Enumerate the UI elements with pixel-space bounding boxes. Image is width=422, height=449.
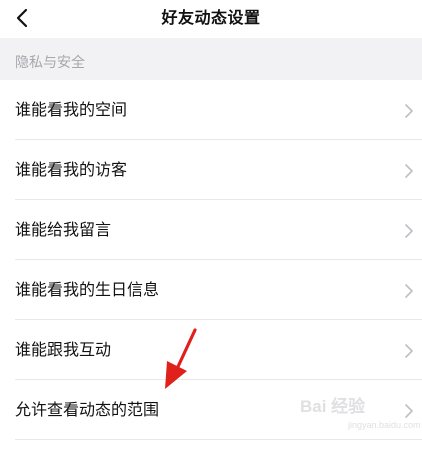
settings-row-feed-range[interactable]: 允许查看动态的范围 bbox=[0, 380, 422, 440]
settings-row-space-visibility[interactable]: 谁能看我的空间 bbox=[0, 80, 422, 140]
settings-list: 谁能看我的空间 谁能看我的访客 谁能给我留言 谁能看我的生日信息 谁能跟我互动 … bbox=[0, 80, 422, 449]
settings-row-interaction-permission[interactable]: 谁能跟我互动 bbox=[0, 320, 422, 380]
row-label: 谁能看我的访客 bbox=[15, 160, 128, 179]
chevron-right-icon bbox=[405, 284, 413, 298]
screen: 好友动态设置 隐私与安全 谁能看我的空间 谁能看我的访客 谁能给我留言 谁能看我… bbox=[0, 0, 422, 449]
row-divider bbox=[15, 439, 422, 440]
chevron-right-icon bbox=[405, 404, 413, 418]
row-label: 谁能给我留言 bbox=[15, 220, 112, 239]
settings-row-visitor-visibility[interactable]: 谁能看我的访客 bbox=[0, 140, 422, 200]
chevron-right-icon bbox=[405, 104, 413, 118]
page-title: 好友动态设置 bbox=[161, 8, 261, 27]
row-label: 谁能跟我互动 bbox=[15, 340, 112, 359]
section-header-label: 隐私与安全 bbox=[15, 55, 85, 71]
row-label: 谁能看我的生日信息 bbox=[15, 280, 160, 299]
chevron-right-icon bbox=[405, 164, 413, 178]
section-header: 隐私与安全 bbox=[0, 38, 422, 80]
row-label: 允许查看动态的范围 bbox=[15, 400, 160, 419]
settings-row-message-permission[interactable]: 谁能给我留言 bbox=[0, 200, 422, 260]
chevron-right-icon bbox=[405, 224, 413, 238]
nav-bar: 好友动态设置 bbox=[0, 0, 422, 38]
chevron-right-icon bbox=[405, 344, 413, 358]
row-label: 谁能看我的空间 bbox=[15, 100, 128, 119]
settings-row-birthday-visibility[interactable]: 谁能看我的生日信息 bbox=[0, 260, 422, 320]
